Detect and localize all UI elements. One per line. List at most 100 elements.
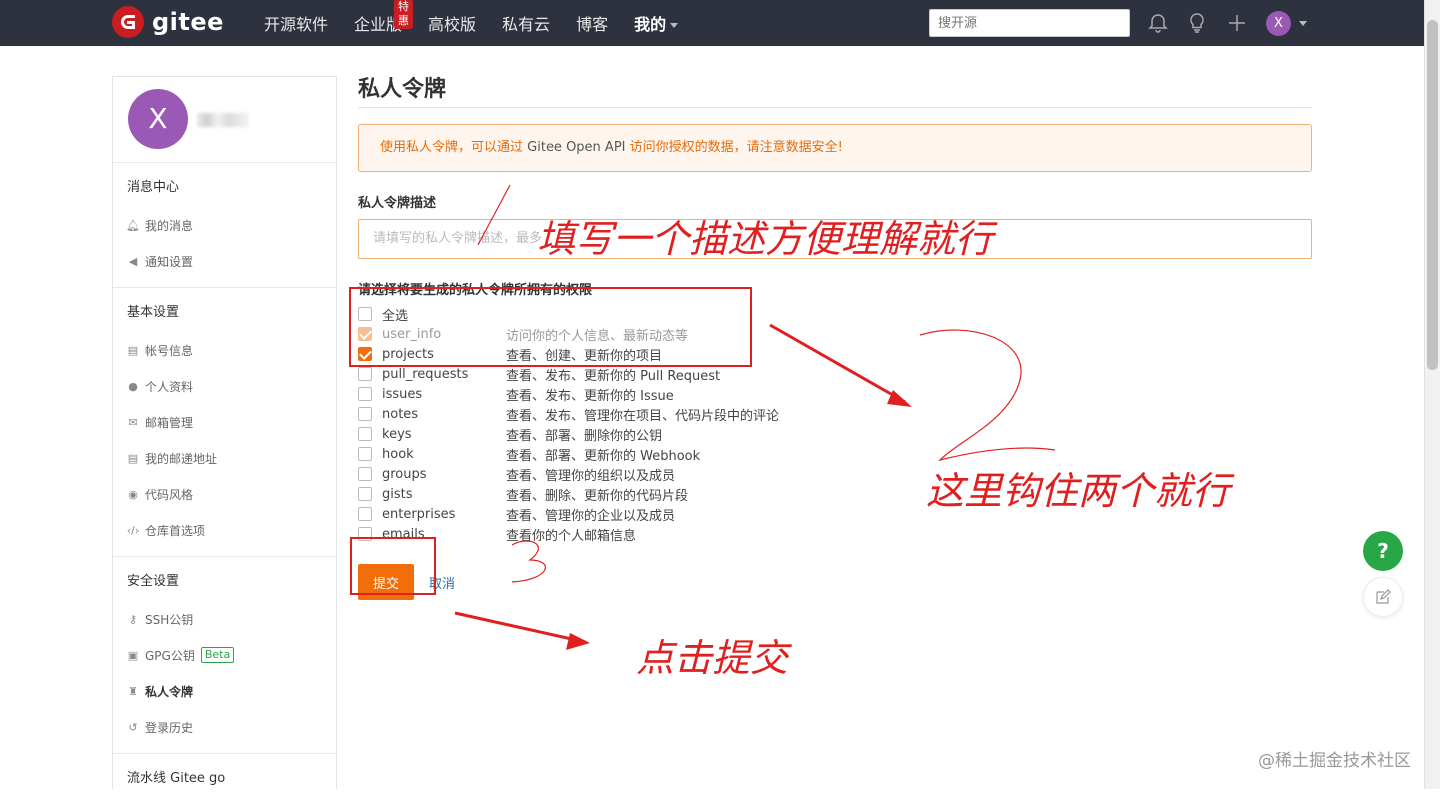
page-title: 私人令牌 [358, 76, 1312, 108]
sidebar-item-private-token[interactable]: ♜ 私人令牌 [113, 673, 336, 709]
edit-icon [1376, 588, 1391, 604]
permission-checkbox[interactable] [358, 367, 372, 381]
permission-row-user_info[interactable]: user_info 访问你的个人信息、最新动态等 [358, 324, 1312, 344]
cancel-link[interactable]: 取消 [429, 573, 455, 592]
nav-item-blog[interactable]: 博客 [576, 11, 608, 35]
sidebar-item-address[interactable]: ▤ 我的邮递地址 [113, 440, 336, 476]
volume-icon: ◀︎ [128, 254, 138, 268]
permission-description: 查看、发布、更新你的 Pull Request [506, 368, 721, 384]
permission-description: 查看、发布、管理你在项目、代码片段中的评论 [506, 408, 780, 424]
permission-name: projects [382, 346, 434, 362]
annotation-step2: 这里钩住两个就行 [926, 469, 1231, 513]
plus-icon[interactable] [1226, 12, 1248, 34]
sidebar-item-account[interactable]: ▤ 帐号信息 [113, 332, 336, 368]
blurred-username [197, 113, 249, 127]
history-icon: ↺ [128, 720, 138, 734]
permission-checkbox[interactable] [358, 347, 372, 361]
permission-row-projects[interactable]: projects 查看、创建、更新你的项目 [358, 344, 1312, 364]
permission-description: 查看、管理你的组织以及成员 [506, 468, 676, 484]
sidebar-item-ssh-keys[interactable]: ⚷ SSH公钥 [113, 601, 336, 637]
permission-checkbox[interactable] [358, 427, 372, 441]
key-icon: ⚷ [128, 612, 138, 626]
nav-item-private-cloud[interactable]: 私有云 [502, 11, 550, 35]
select-all-checkbox[interactable] [358, 307, 372, 321]
submit-button[interactable]: 提交 [358, 564, 414, 600]
sidebar-item-code-style[interactable]: ◉ 代码风格 [113, 476, 336, 512]
nav-item-opensource[interactable]: 开源软件 [264, 11, 328, 35]
token-icon: ♜ [128, 684, 138, 698]
user-avatar[interactable]: X [1266, 11, 1291, 36]
permission-checkbox[interactable] [358, 407, 372, 421]
permission-name: emails [382, 526, 425, 542]
code-icon: ‹/› [126, 523, 140, 537]
permission-name: keys [382, 426, 412, 442]
permission-checkbox[interactable] [358, 387, 372, 401]
main-content: 私人令牌 使用私人令牌，可以通过 Gitee Open API 访问你授权的数据… [358, 76, 1312, 600]
gitee-logo-icon [112, 6, 144, 38]
search-input[interactable] [929, 9, 1130, 37]
nav-item-enterprise[interactable]: 企业版 特惠 [354, 0, 414, 35]
form-actions: 提交 取消 [358, 564, 1312, 600]
info-notice: 使用私人令牌，可以通过 Gitee Open API 访问你授权的数据，请注意数… [358, 124, 1312, 172]
permission-name: issues [382, 386, 423, 402]
page-scrollbar[interactable] [1424, 0, 1440, 789]
permission-row-issues[interactable]: issues 查看、发布、更新你的 Issue [358, 384, 1312, 404]
annotation-step3: 点击提交 [636, 636, 789, 680]
nav-item-education[interactable]: 高校版 [428, 11, 476, 35]
permission-name: user_info [382, 326, 442, 342]
user-icon: ● [128, 379, 138, 393]
sidebar-item-notification-settings[interactable]: ◀︎ 通知设置 [113, 243, 336, 279]
permission-name: hook [382, 446, 414, 462]
permission-name: notes [382, 406, 419, 422]
permission-description: 查看、创建、更新你的项目 [506, 348, 663, 364]
permission-checkbox[interactable] [358, 467, 372, 481]
permission-checkbox[interactable] [358, 487, 372, 501]
arrow-to-step3 [454, 611, 586, 644]
permission-row-pull_requests[interactable]: pull_requests 查看、发布、更新你的 Pull Request [358, 364, 1312, 384]
sidebar-item-repo-preferences[interactable]: ‹/› 仓库首选项 [113, 512, 336, 548]
sidebar-section-security: 安全设置 ⚷ SSH公钥 ▣ GPG公钥 Beta ♜ 私人令牌 ↺ 登录历史 [113, 557, 336, 754]
sidebar-item-my-messages[interactable]: 🔔︎ 我的消息 [113, 207, 336, 243]
sidebar-section-messages: 消息中心 🔔︎ 我的消息 ◀︎ 通知设置 [113, 163, 336, 288]
permission-row-emails[interactable]: emails 查看你的个人邮箱信息 [358, 524, 1312, 544]
gitee-logo[interactable]: gitee [112, 6, 224, 38]
scrollbar-thumb[interactable] [1427, 20, 1438, 370]
select-all-row[interactable]: 全选 [358, 304, 1312, 324]
feedback-button[interactable] [1363, 577, 1403, 617]
permission-name: groups [382, 466, 427, 482]
permissions-label: 请选择将要生成的私人令牌所拥有的权限 [358, 283, 593, 298]
permission-description: 访问你的个人信息、最新动态等 [506, 328, 689, 344]
permission-row-notes[interactable]: notes 查看、发布、管理你在项目、代码片段中的评论 [358, 404, 1312, 424]
sidebar-section-title: 安全设置 [127, 574, 180, 589]
profile-avatar[interactable]: X [128, 89, 188, 149]
palette-icon: ◉ [128, 487, 138, 501]
sidebar-item-profile[interactable]: ● 个人资料 [113, 368, 336, 404]
sidebar-section-basic: 基本设置 ▤ 帐号信息 ● 个人资料 ✉ 邮箱管理 ▤ 我的邮递地址 ◉ 代码风格 ‹/›… [113, 288, 336, 557]
bell-icon: 🔔︎ [126, 218, 140, 232]
chevron-down-icon[interactable] [1299, 21, 1307, 26]
lightbulb-icon[interactable] [1186, 12, 1208, 34]
nav-item-mine[interactable]: 我的 [634, 11, 679, 35]
sidebar-item-login-history[interactable]: ↺ 登录历史 [113, 709, 336, 745]
address-card-icon: ▤ [127, 451, 139, 465]
bell-icon[interactable] [1147, 12, 1169, 34]
permission-checkbox[interactable] [358, 507, 372, 521]
annotation-step1: 填写一个描述方便理解就行 [537, 217, 994, 261]
promo-badge: 特惠 [394, 0, 414, 29]
sidebar-item-email[interactable]: ✉ 邮箱管理 [113, 404, 336, 440]
sidebar-item-gpg-keys[interactable]: ▣ GPG公钥 Beta [113, 637, 336, 673]
permission-row-keys[interactable]: keys 查看、部署、删除你的公钥 [358, 424, 1312, 444]
permission-name: pull_requests [382, 366, 469, 382]
permission-checkbox[interactable] [358, 447, 372, 461]
top-navbar: gitee 开源软件 企业版特惠 高校版 私有云 博客 我的 X [0, 0, 1424, 46]
permission-description: 查看你的个人邮箱信息 [506, 528, 637, 544]
sidebar-section-pipeline: 流水线 Gitee go [113, 754, 336, 806]
logo-text: gitee [152, 8, 224, 36]
chevron-down-icon [670, 23, 679, 28]
sidebar-section-title: 基本设置 [127, 305, 180, 320]
main-nav: 开源软件 企业版 特惠 高校版 私有云 博客 我的 [264, 0, 704, 46]
help-button[interactable]: ? [1363, 531, 1403, 571]
id-card-icon: ▤ [127, 343, 139, 357]
permission-checkbox[interactable] [358, 527, 372, 541]
sidebar-section-title[interactable]: 流水线 Gitee go [113, 766, 336, 792]
